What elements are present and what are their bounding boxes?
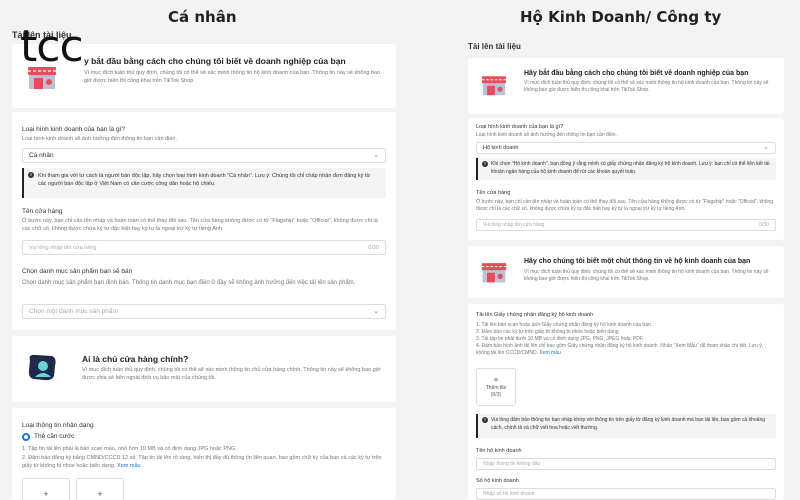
right-cert-rule4: 4. Đảm bảo hình ảnh tải lên chỉ bao gồm … xyxy=(476,343,764,357)
left-shopname-count: 0/30 xyxy=(368,245,379,251)
right-business-card: Loại hình kinh doanh của bạn là gì? Loại… xyxy=(468,118,784,240)
right-shopname-hint: Ở bước này, bạn chỉ cần tên nháp và hoàn… xyxy=(476,199,774,213)
chevron-down-icon: ⌄ xyxy=(373,308,379,315)
right-bizname-input[interactable]: Nhập thông tin không dấu xyxy=(476,458,776,470)
right-intro-desc: Vì mục đích tuân thủ quy định, chúng tôi… xyxy=(524,80,769,94)
left-biztype-notice: ! Khi tham gia với tư cách là người bán … xyxy=(22,168,386,198)
right-shopname-label: Tên cửa hàng xyxy=(476,190,511,196)
id-back-upload[interactable]: + xyxy=(76,478,124,500)
left-sample-link[interactable]: Xem mẫu xyxy=(117,463,141,469)
business-doc-icon xyxy=(481,263,507,283)
shop-icon xyxy=(482,76,506,96)
right-biztype-hint: Loại hình kinh doanh sẽ ảnh hưởng đến th… xyxy=(476,132,617,138)
right-biznumber-label: Số hộ kinh doanh xyxy=(476,478,519,484)
upload-text: Thêm file xyxy=(485,385,507,391)
left-biztype-notice-text: Khi tham gia với tư cách là người bán độ… xyxy=(38,173,371,188)
right-bizinfo-desc: Vì mục đích tuân thủ quy định, chúng tôi… xyxy=(524,269,769,283)
right-cert-notice: ! Vui lòng đảm bảo thông tin bạn nhập kh… xyxy=(476,414,776,438)
info-icon: ! xyxy=(482,161,488,167)
plus-icon: + xyxy=(43,489,49,499)
id-front-upload[interactable]: + xyxy=(22,478,70,500)
plus-icon: + xyxy=(493,375,499,385)
left-owner-title: Ai là chủ cửa hàng chính? xyxy=(82,354,189,364)
right-cert-label: Tải lên Giấy chứng nhận đăng ký hộ kinh … xyxy=(476,312,594,318)
right-biznumber-placeholder: Nhập số hộ kinh doanh xyxy=(483,491,535,497)
right-sample-link[interactable]: Xem mẫu xyxy=(539,350,560,356)
left-biztype-label: Loại hình kinh doanh của bạn là gì? xyxy=(22,126,126,133)
left-shopname-placeholder: Vui lòng nhập tên cửa hàng xyxy=(29,245,97,251)
right-intro-title: Hãy bắt đầu bằng cách cho chúng tôi biết… xyxy=(524,70,749,77)
right-cert-notice-text: Vui lòng đảm bảo thông tin bạn nhập khớp… xyxy=(491,417,766,431)
left-intro-desc: Vì mục đích tuân thủ quy định, chúng tôi… xyxy=(84,70,381,84)
right-shopname-count: 0/30 xyxy=(759,222,769,228)
right-biztype-label: Loại hình kinh doanh của bạn là gì? xyxy=(476,124,564,130)
right-bizinfo-title: Hãy cho chúng tôi biết một chút thông ti… xyxy=(524,258,751,265)
left-shopname-label: Tên cửa hàng xyxy=(22,208,63,215)
left-category-hint: Chọn danh mục sản phẩm bạn định bán. Thô… xyxy=(22,280,356,286)
right-biztype-select[interactable]: Hộ kinh doanh ⌄ xyxy=(476,142,776,154)
plus-icon: + xyxy=(97,489,103,499)
info-icon: ! xyxy=(28,172,34,178)
left-biztype-select[interactable]: Cá nhân ⌄ xyxy=(22,148,386,163)
personal-heading: Cá nhân xyxy=(168,8,237,26)
id-card-radio[interactable] xyxy=(22,433,30,441)
left-category-placeholder: Chọn một danh mục sản phẩm xyxy=(29,308,118,315)
right-cert-card: Tải lên Giấy chứng nhận đăng ký hộ kinh … xyxy=(468,304,784,500)
right-biztype-value: Hộ kinh doanh xyxy=(483,145,519,151)
right-bizname-placeholder: Nhập thông tin không dấu xyxy=(483,461,541,467)
info-icon: ! xyxy=(482,417,488,423)
left-owner-desc: Vì mục đích tuân thủ quy định, chúng tôi… xyxy=(82,367,381,381)
right-biztype-notice: ! Khi chọn "Hộ kinh doanh", bạn đồng ý r… xyxy=(476,158,776,180)
right-bizinfo-card: Hãy cho chúng tôi biết một chút thông ti… xyxy=(468,246,784,298)
owner-icon xyxy=(28,354,56,381)
chevron-down-icon: ⌄ xyxy=(763,144,769,151)
left-business-card: Loại hình kinh doanh của bạn là gì? Loại… xyxy=(12,112,396,330)
right-bizname-label: Tên hộ kinh doanh xyxy=(476,448,522,454)
right-biznumber-input[interactable]: Nhập số hộ kinh doanh xyxy=(476,488,776,500)
right-shopname-input[interactable]: Vui lòng nhập tên cửa hàng 0/30 xyxy=(476,219,776,231)
right-intro-card: Hãy bắt đầu bằng cách cho chúng tôi biết… xyxy=(468,58,784,114)
left-intro-title: y bắt đầu bằng cách cho chúng tôi biết v… xyxy=(84,56,346,66)
left-biztype-value: Cá nhân xyxy=(29,152,54,159)
right-biztype-notice-text: Khi chọn "Hộ kinh doanh", bạn đồng ý rằn… xyxy=(491,161,770,175)
left-idtype-label: Loại thông tin nhận dạng xyxy=(22,422,94,429)
left-owner-card: Ai là chủ cửa hàng chính? Vì mục đích tu… xyxy=(12,336,396,402)
tcc-logo: tcc xyxy=(20,21,84,72)
cert-upload-box[interactable]: + Thêm file (0/3) xyxy=(476,368,516,406)
right-upload-label: Tải lên tài liệu xyxy=(468,42,521,51)
left-category-select[interactable]: Chọn một danh mục sản phẩm ⌄ xyxy=(22,304,386,319)
upload-count: (0/3) xyxy=(490,392,502,398)
business-heading: Hộ Kinh Doanh/ Công ty xyxy=(520,8,722,26)
chevron-down-icon: ⌄ xyxy=(373,152,379,159)
left-category-label: Chọn danh mục sản phẩm bạn sẽ bán xyxy=(22,268,133,275)
left-idtype-option: Thẻ căn cước xyxy=(34,433,75,440)
left-idtype-rule2: 2. Đảm bảo đăng ký bằng CMND/CCCD 12 số.… xyxy=(22,455,382,469)
left-shopname-hint: Ở bước này, bạn chỉ cần tên nháp và hoàn… xyxy=(22,218,378,232)
right-shopname-placeholder: Vui lòng nhập tên cửa hàng xyxy=(483,222,545,228)
left-idtype-rule1: 1. Tập tin tải lên phải là bản scan màu,… xyxy=(22,446,237,452)
left-id-card: Loại thông tin nhận dạng Thẻ căn cước 1.… xyxy=(12,408,396,500)
left-shopname-input[interactable]: Vui lòng nhập tên cửa hàng 0/30 xyxy=(22,240,386,255)
left-biztype-hint: Loại hình kinh doanh sẽ ảnh hưởng đến th… xyxy=(22,136,177,142)
